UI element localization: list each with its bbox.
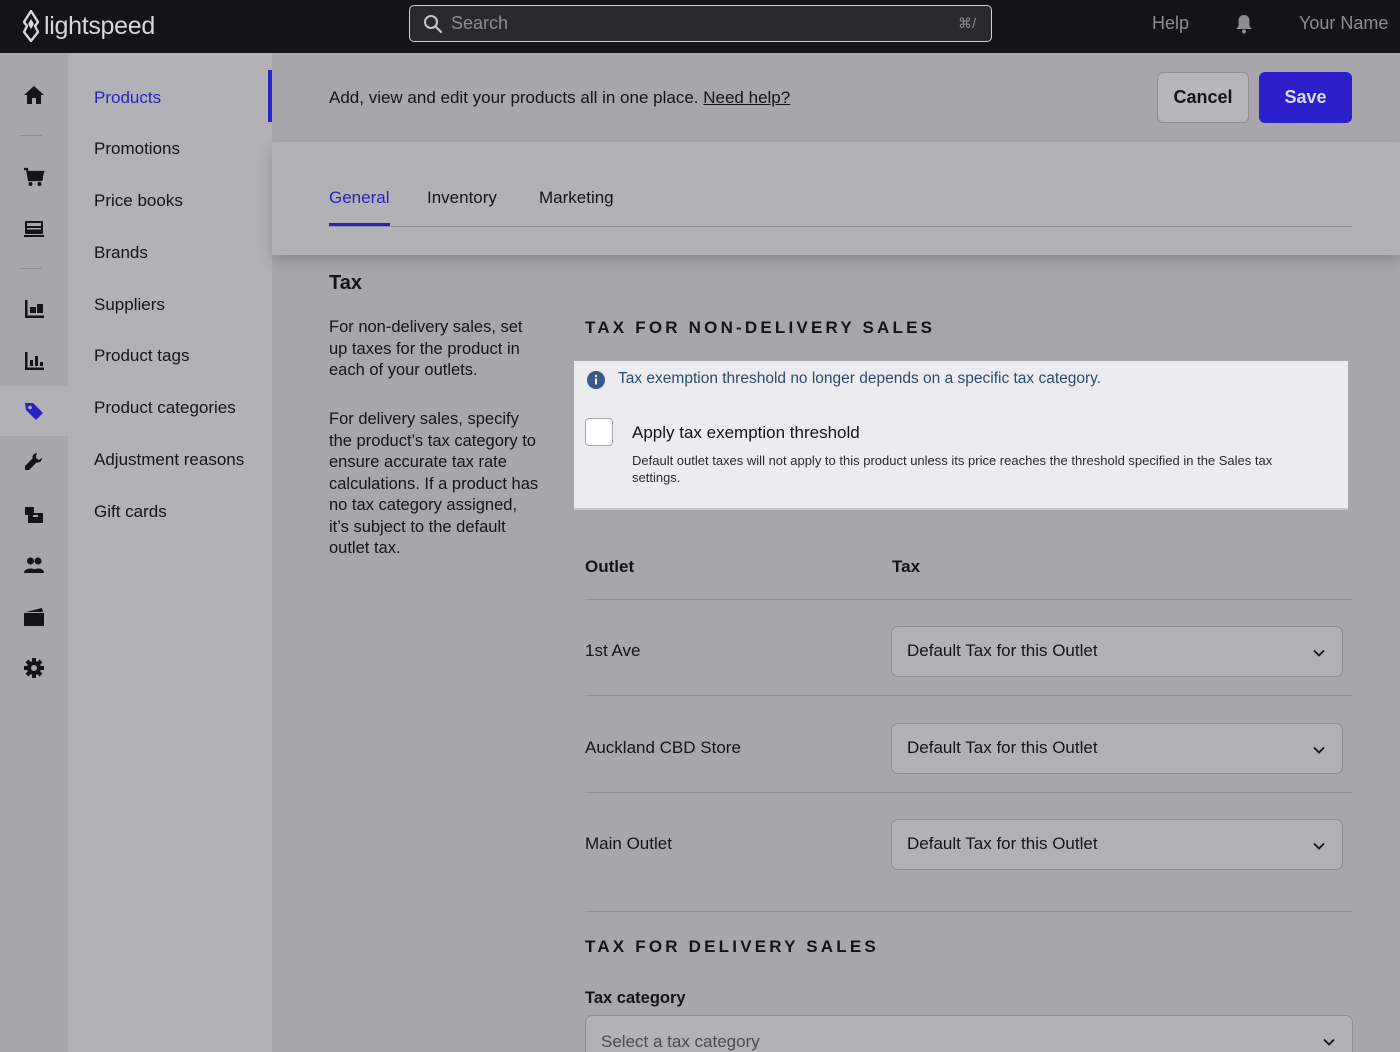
- products-tag-icon: [25, 403, 43, 420]
- nav-settings[interactable]: [0, 643, 68, 693]
- nav-reporting[interactable]: [0, 336, 68, 386]
- product-tabs: General Inventory Marketing: [272, 142, 1400, 255]
- tax-threshold-label[interactable]: Apply tax exemption threshold: [632, 423, 860, 443]
- ecommerce-icon: [24, 608, 44, 626]
- tab-marketing[interactable]: Marketing: [539, 188, 614, 208]
- nav-setup[interactable]: [0, 437, 68, 487]
- subnav-item-adjustment-reasons[interactable]: Adjustment reasons: [94, 450, 244, 470]
- outlet-tax-value: Default Tax for this Outlet: [907, 834, 1098, 853]
- subnav-item-promotions[interactable]: Promotions: [94, 139, 180, 159]
- global-search[interactable]: ⌘/: [409, 5, 992, 42]
- chevron-down-icon: [1323, 1038, 1335, 1046]
- need-help-link[interactable]: Need help?: [703, 88, 790, 107]
- nav-home[interactable]: [0, 70, 68, 120]
- section-divider: [585, 911, 1352, 912]
- chevron-down-icon: [1313, 649, 1325, 657]
- nav-customers[interactable]: [0, 540, 68, 590]
- tax-category-label: Tax category: [585, 989, 686, 1007]
- primary-nav-rail: [0, 53, 68, 1052]
- page-description: Add, view and edit your products all in …: [329, 88, 790, 108]
- outlet-tax-select[interactable]: Default Tax for this Outlet: [891, 819, 1343, 870]
- delivery-heading: TAX FOR DELIVERY SALES: [585, 937, 879, 956]
- outlet-tax-value: Default Tax for this Outlet: [907, 641, 1098, 660]
- row-divider: [585, 792, 1352, 793]
- catalog-subnav: Products Promotions Price books Brands S…: [68, 53, 272, 1052]
- tax-category-placeholder: Select a tax category: [601, 1032, 760, 1051]
- tax-threshold-checkbox[interactable]: [585, 418, 613, 446]
- save-button[interactable]: Save: [1259, 72, 1352, 123]
- packages-icon: [25, 507, 43, 523]
- info-message: Tax exemption threshold no longer depend…: [618, 370, 1102, 387]
- user-menu[interactable]: Your Name: [1299, 13, 1388, 34]
- chevron-down-icon: [1313, 746, 1325, 754]
- tax-non-delivery-description: For non-delivery sales, set up taxes for…: [329, 318, 523, 379]
- outlet-tax-value: Default Tax for this Outlet: [907, 738, 1098, 757]
- cart-icon: [24, 167, 45, 186]
- search-icon: [424, 15, 443, 34]
- subnav-item-product-categories[interactable]: Product categories: [94, 398, 236, 418]
- page-header: Add, view and edit your products all in …: [272, 53, 1400, 142]
- outlet-name: Auckland CBD Store: [585, 738, 741, 757]
- outlet-tax-select[interactable]: Default Tax for this Outlet: [891, 626, 1343, 677]
- tax-threshold-help: Default outlet taxes will not apply to t…: [632, 453, 1273, 485]
- outlet-tax-select[interactable]: Default Tax for this Outlet: [891, 723, 1343, 774]
- table-divider: [585, 599, 1352, 600]
- wrench-icon: [25, 453, 42, 470]
- top-bar: lightspeed ⌘/ Help Your Name: [0, 0, 1400, 53]
- tax-delivery-description: For delivery sales, specify the product’…: [329, 410, 539, 557]
- subnav-item-suppliers[interactable]: Suppliers: [94, 295, 165, 315]
- outlet-column-header: Outlet: [585, 557, 635, 576]
- customers-icon: [24, 557, 44, 573]
- nav-catalog[interactable]: [0, 386, 68, 436]
- chevron-down-icon: [1313, 842, 1325, 850]
- lightspeed-logo[interactable]: lightspeed: [20, 8, 155, 44]
- outlet-name: Main Outlet: [585, 834, 672, 853]
- inventory-icon: [25, 300, 44, 318]
- tab-inventory[interactable]: Inventory: [427, 188, 497, 208]
- subnav-item-products[interactable]: Products: [94, 88, 161, 108]
- info-icon: [587, 371, 605, 389]
- help-link[interactable]: Help: [1152, 13, 1189, 34]
- non-delivery-heading: TAX FOR NON-DELIVERY SALES: [585, 318, 936, 337]
- tax-column-header: Tax: [892, 557, 921, 576]
- cancel-button[interactable]: Cancel: [1157, 72, 1249, 123]
- outlet-name: 1st Ave: [585, 641, 641, 660]
- subnav-item-gift-cards[interactable]: Gift cards: [94, 502, 167, 522]
- active-tab-underline: [329, 223, 390, 226]
- reports-icon: [25, 352, 44, 370]
- header-description-text: Add, view and edit your products all in …: [329, 88, 699, 107]
- nav-sell[interactable]: [0, 152, 68, 202]
- nav-ecommerce[interactable]: [0, 592, 68, 642]
- logo-text: lightspeed: [44, 11, 155, 40]
- search-input[interactable]: [451, 6, 931, 41]
- register-icon: [24, 221, 44, 237]
- settings-icon: [24, 658, 44, 678]
- subnav-item-product-tags[interactable]: Product tags: [94, 346, 189, 366]
- tab-general[interactable]: General: [329, 188, 389, 208]
- row-divider: [585, 695, 1352, 696]
- tabs-divider: [329, 226, 1352, 227]
- search-shortcut-hint: ⌘/: [958, 15, 976, 31]
- nav-inventory[interactable]: [0, 284, 68, 334]
- tax-section-title: Tax: [329, 272, 362, 294]
- tax-category-select[interactable]: Select a tax category: [585, 1015, 1353, 1052]
- subnav-item-price-books[interactable]: Price books: [94, 191, 183, 211]
- nav-register[interactable]: [0, 203, 68, 253]
- subnav-item-brands[interactable]: Brands: [94, 243, 148, 263]
- flame-logo-icon: [22, 10, 40, 42]
- bell-icon[interactable]: [1235, 14, 1253, 34]
- nav-packages[interactable]: [0, 489, 68, 539]
- tax-threshold-panel: Tax exemption threshold no longer depend…: [574, 361, 1348, 510]
- home-icon: [24, 86, 44, 104]
